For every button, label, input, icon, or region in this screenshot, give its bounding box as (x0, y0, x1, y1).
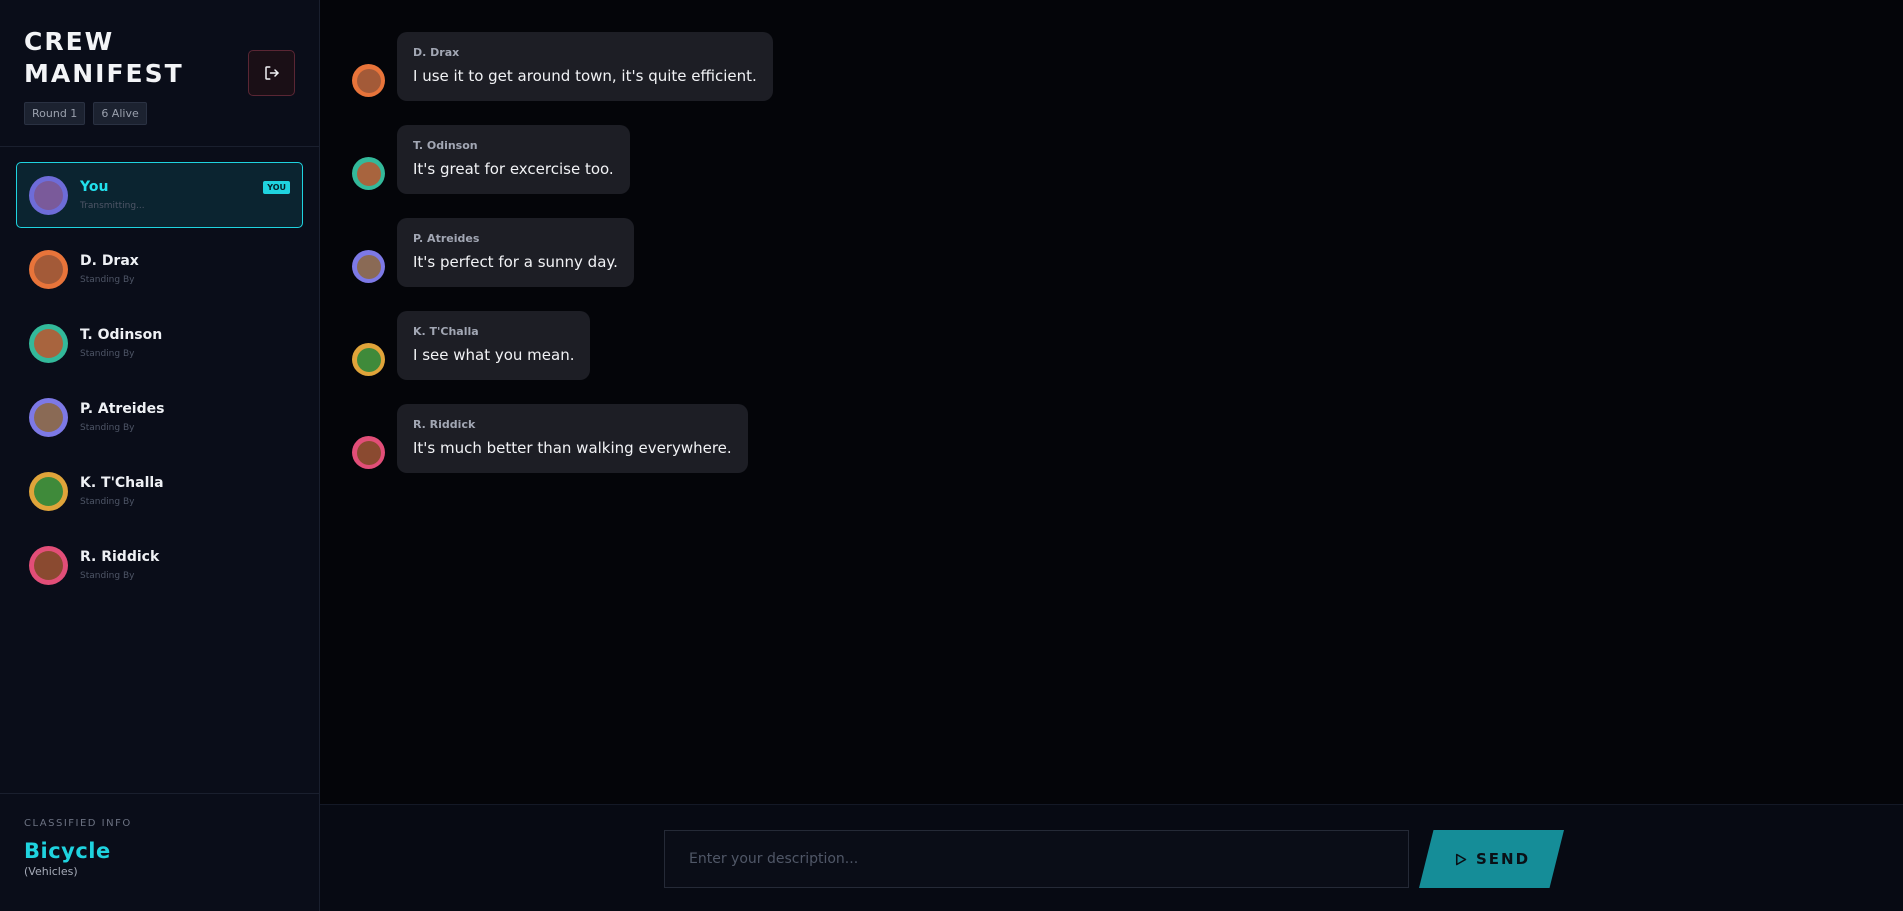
message-author: T. Odinson (413, 139, 478, 152)
classified-info-panel: CLASSIFIED INFO Bicycle (Vehicles) (0, 793, 319, 911)
message-bubble: D. Drax I use it to get around town, it'… (397, 32, 773, 101)
send-button[interactable]: SEND (1419, 830, 1564, 888)
message-composer: SEND (320, 804, 1903, 911)
sidebar-header: CREW MANIFEST Round 1 6 Alive (0, 0, 319, 147)
avatar (352, 250, 385, 283)
status-badges: Round 1 6 Alive (24, 102, 295, 125)
message-text: It's much better than walking everywhere… (413, 439, 732, 457)
alive-badge: 6 Alive (93, 102, 147, 125)
logout-icon (264, 66, 279, 80)
chat-message: R. Riddick It's much better than walking… (352, 404, 1903, 473)
sidebar: CREW MANIFEST Round 1 6 Alive You Transm… (0, 0, 320, 911)
classified-label: CLASSIFIED INFO (24, 818, 132, 829)
crew-item-tchalla[interactable]: K. T'Challa Standing By (16, 458, 303, 524)
avatar (352, 64, 385, 97)
crew-status: Standing By (80, 497, 135, 507)
crew-status: Standing By (80, 275, 135, 285)
crew-status: Standing By (80, 423, 135, 433)
message-bubble: K. T'Challa I see what you mean. (397, 311, 591, 380)
message-text: I see what you mean. (413, 346, 575, 364)
round-badge: Round 1 (24, 102, 86, 125)
message-text: It's perfect for a sunny day. (413, 253, 618, 271)
crew-name: K. T'Challa (80, 475, 164, 491)
message-bubble: T. Odinson It's great for excercise too. (397, 125, 630, 194)
crew-name: T. Odinson (80, 327, 163, 343)
message-author: K. T'Challa (413, 325, 479, 338)
chat-message: D. Drax I use it to get around town, it'… (352, 32, 1903, 101)
avatar (29, 323, 68, 363)
avatar (352, 436, 385, 469)
chat-log: D. Drax I use it to get around town, it'… (320, 0, 1903, 804)
crew-item-you[interactable]: You Transmitting... YOU (16, 162, 303, 228)
you-badge: YOU (263, 181, 290, 194)
crew-item-drax[interactable]: D. Drax Standing By (16, 236, 303, 302)
message-author: P. Atreides (413, 232, 480, 245)
app-root: CREW MANIFEST Round 1 6 Alive You Transm… (0, 0, 1903, 911)
description-input[interactable] (664, 830, 1409, 888)
chat-message: K. T'Challa I see what you mean. (352, 311, 1903, 380)
crew-item-odinson[interactable]: T. Odinson Standing By (16, 310, 303, 376)
message-bubble: P. Atreides It's perfect for a sunny day… (397, 218, 634, 287)
crew-list: You Transmitting... YOU D. Drax Standing… (0, 147, 319, 793)
logout-button[interactable] (248, 50, 295, 96)
avatar (352, 157, 385, 190)
message-text: It's great for excercise too. (413, 160, 614, 178)
crew-name: D. Drax (80, 253, 139, 269)
message-bubble: R. Riddick It's much better than walking… (397, 404, 748, 473)
crew-status: Standing By (80, 349, 135, 359)
crew-status: Standing By (80, 571, 135, 581)
crew-name: R. Riddick (80, 549, 160, 565)
avatar (29, 249, 68, 289)
secret-word: Bicycle (24, 839, 111, 863)
crew-name: You (80, 179, 109, 195)
message-author: D. Drax (413, 46, 460, 59)
crew-item-atreides[interactable]: P. Atreides Standing By (16, 384, 303, 450)
crew-name: P. Atreides (80, 401, 165, 417)
avatar (29, 397, 68, 437)
avatar (29, 175, 68, 215)
chat-message: P. Atreides It's perfect for a sunny day… (352, 218, 1903, 287)
play-icon (1455, 853, 1467, 865)
avatar (352, 343, 385, 376)
chat-message: T. Odinson It's great for excercise too. (352, 125, 1903, 194)
message-text: I use it to get around town, it's quite … (413, 67, 757, 85)
avatar (29, 545, 68, 585)
main-panel: D. Drax I use it to get around town, it'… (320, 0, 1903, 911)
send-label: SEND (1475, 850, 1531, 868)
crew-status: Transmitting... (80, 201, 145, 211)
message-author: R. Riddick (413, 418, 476, 431)
secret-category: (Vehicles) (24, 865, 78, 878)
page-title: CREW MANIFEST (24, 27, 184, 88)
crew-item-riddick[interactable]: R. Riddick Standing By (16, 532, 303, 598)
avatar (29, 471, 68, 511)
